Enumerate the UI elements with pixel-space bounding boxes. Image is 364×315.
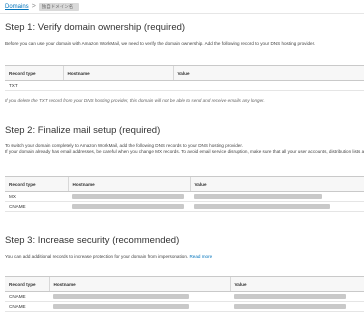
breadcrumb: Domains > 独自ドメイン名 <box>0 0 364 13</box>
step1-title: Step 1: Verify domain ownership (require… <box>5 22 186 33</box>
table-header-row: Record type Hostname Value <box>5 276 364 292</box>
step1-records-table: Record type Hostname Value TXT <box>5 65 364 91</box>
column-header-hostname: Hostname <box>48 276 230 292</box>
step2-description-2: If your domain already has email address… <box>5 149 364 154</box>
breadcrumb-domains-link[interactable]: Domains <box>5 4 29 10</box>
value-cell-redacted[interactable] <box>230 301 364 312</box>
column-header-record-type: Record type <box>5 276 49 292</box>
header-divider <box>0 13 364 14</box>
step1-note: If you delete the TXT record from your D… <box>5 98 265 103</box>
record-type-cell: CNAME <box>5 291 49 302</box>
hostname-cell-redacted[interactable] <box>68 201 190 212</box>
record-type-cell: MX <box>5 191 68 202</box>
read-more-link[interactable]: Read more <box>189 254 212 259</box>
table-row: TXT <box>5 80 364 91</box>
step3-title: Step 3: Increase security (recommended) <box>5 235 180 246</box>
hostname-cell-redacted[interactable] <box>68 191 190 202</box>
column-header-hostname: Hostname <box>62 65 173 81</box>
column-header-value: Value <box>172 65 364 81</box>
value-cell-redacted[interactable] <box>190 191 364 202</box>
step2-description-1: To switch your domain completely to Amaz… <box>5 143 243 148</box>
step1-section: Step 1: Verify domain ownership (require… <box>5 22 364 46</box>
step2-section: Step 2: Finalize mail setup (required) T… <box>5 125 364 154</box>
record-type-cell: CNAME <box>5 301 49 312</box>
record-type-cell: TXT <box>5 80 63 91</box>
step1-note-wrap: If you delete the TXT record from your D… <box>5 98 364 103</box>
hostname-cell-redacted[interactable] <box>49 291 230 302</box>
step3-records-table: Record type Hostname Value CNAME CNAME <box>5 276 364 312</box>
column-header-record-type: Record type <box>5 65 63 81</box>
breadcrumb-current-domain: 独自ドメイン名 <box>38 2 79 11</box>
table-header-row: Record type Hostname Value <box>5 176 364 192</box>
column-header-value: Value <box>229 276 364 292</box>
breadcrumb-separator-icon: > <box>31 3 36 10</box>
column-header-record-type: Record type <box>5 176 68 192</box>
step3-description-line: You can add additional records to increa… <box>5 254 364 259</box>
step1-description: Before you can use your domain with Amaz… <box>5 41 316 46</box>
step3-section: Step 3: Increase security (recommended) … <box>5 235 364 259</box>
record-type-cell: CNAME <box>5 201 68 212</box>
table-header-row: Record type Hostname Value <box>5 65 364 81</box>
step2-records-table: Record type Hostname Value MX CNAME <box>5 176 364 212</box>
step2-title: Step 2: Finalize mail setup (required) <box>5 125 161 136</box>
step3-description: You can add additional records to increa… <box>5 254 189 259</box>
hostname-cell-redacted[interactable] <box>49 301 230 312</box>
table-row: CNAME <box>5 301 364 312</box>
table-row: CNAME <box>5 291 364 302</box>
column-header-value: Value <box>189 176 364 192</box>
table-row: CNAME <box>5 201 364 212</box>
table-row: MX <box>5 191 364 202</box>
column-header-hostname: Hostname <box>67 176 190 192</box>
hostname-cell-redacted[interactable] <box>63 80 173 91</box>
value-cell-redacted[interactable] <box>173 80 364 91</box>
value-cell-redacted[interactable] <box>230 291 364 302</box>
value-cell-redacted[interactable] <box>190 201 364 212</box>
